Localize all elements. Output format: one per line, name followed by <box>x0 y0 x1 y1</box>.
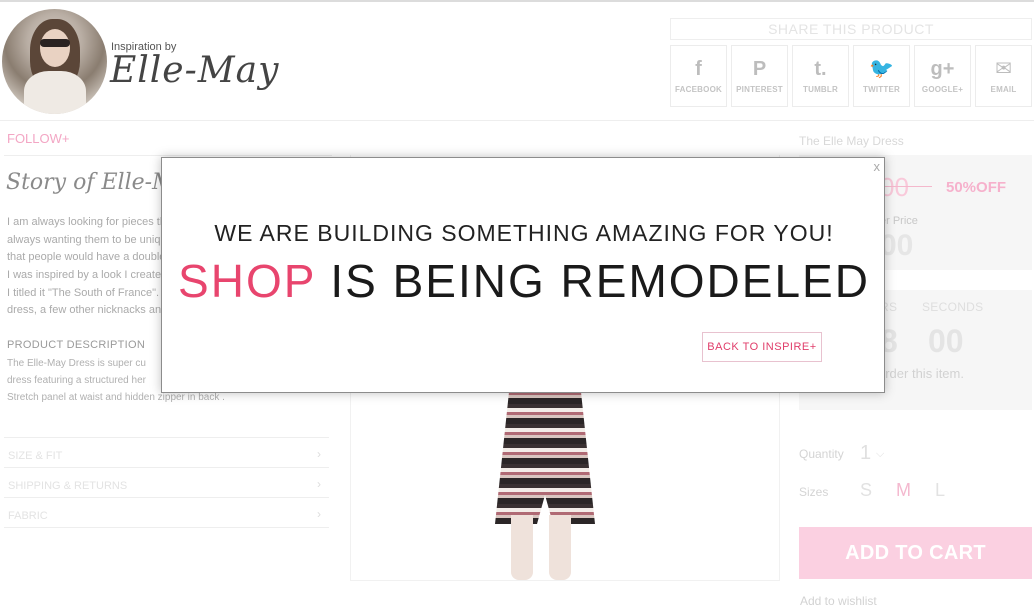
product-image-legs <box>505 515 575 580</box>
share-pinterest-button[interactable]: P PINTEREST <box>731 45 788 107</box>
story-text-line: always wanting them to be uniq <box>7 234 161 246</box>
twitter-icon: 🐦 <box>869 58 894 80</box>
accordion-shipping-returns[interactable]: SHIPPING & RETURNS › <box>4 467 329 497</box>
share-label: TUMBLR <box>803 85 838 94</box>
discount-badge: 50%OFF <box>946 179 1007 196</box>
avatar-body <box>24 71 86 114</box>
avatar <box>2 9 107 114</box>
order-note: order this item. <box>878 366 964 381</box>
product-description-title: PRODUCT DESCRIPTION <box>7 339 146 351</box>
header-divider <box>0 120 1034 121</box>
story-text-line: dress, a few other nicknacks an <box>7 304 162 316</box>
accordion-label: SHIPPING & RETURNS <box>8 480 128 492</box>
follow-link[interactable]: FOLLOW+ <box>7 131 70 146</box>
share-tumblr-button[interactable]: t. TUMBLR <box>792 45 849 107</box>
share-facebook-button[interactable]: f FACEBOOK <box>670 45 727 107</box>
share-google-plus-button[interactable]: g+ GOOGLE+ <box>914 45 971 107</box>
share-label: PINTEREST <box>736 85 783 94</box>
chevron-right-icon: › <box>317 507 321 521</box>
chevron-down-icon[interactable]: ⌵ <box>876 448 884 461</box>
back-to-inspire-button[interactable]: BACK TO INSPIRE+ <box>702 332 822 362</box>
add-to-cart-button[interactable]: ADD TO CART <box>799 527 1032 579</box>
chevron-right-icon: › <box>317 447 321 461</box>
share-label: EMAIL <box>990 85 1017 94</box>
avatar-face <box>40 29 70 67</box>
email-icon: ✉ <box>995 58 1012 80</box>
quantity-select[interactable]: 1 <box>860 442 871 465</box>
product-image-leg <box>549 515 571 580</box>
tumblr-icon: t. <box>814 58 827 80</box>
avatar-sunglasses <box>40 39 70 47</box>
quantity-label: Quantity <box>799 447 844 461</box>
top-border <box>0 0 1034 2</box>
sizes-label: Sizes <box>799 485 829 499</box>
share-buttons: f FACEBOOK P PINTEREST t. TUMBLR 🐦 TWITT… <box>670 45 1032 107</box>
accordion-fabric[interactable]: FABRIC › <box>4 497 329 527</box>
description-line: dress featuring a structured her <box>7 375 146 386</box>
modal-title: SHOP IS BEING REMODELED <box>162 254 886 308</box>
inspirer-name-logo: Elle-May <box>110 50 280 91</box>
close-icon[interactable]: x <box>874 159 881 174</box>
modal-headline: WE ARE BUILDING SOMETHING AMAZING FOR YO… <box>214 220 834 246</box>
chevron-right-icon: › <box>317 477 321 491</box>
share-twitter-button[interactable]: 🐦 TWITTER <box>853 45 910 107</box>
share-label: TWITTER <box>863 85 900 94</box>
description-line: Stretch panel at waist and hidden zipper… <box>7 392 225 403</box>
product-image-leg <box>511 515 533 580</box>
share-email-button[interactable]: ✉ EMAIL <box>975 45 1032 107</box>
story-text-line: I was inspired by a look I create <box>7 269 162 281</box>
remodel-modal: x WE ARE BUILDING SOMETHING AMAZING FOR … <box>161 157 885 393</box>
add-to-wishlist-link[interactable]: Add to wishlist <box>800 594 877 608</box>
accordion-label: FABRIC <box>8 510 48 522</box>
description-line: The Elle-May Dress is super cu <box>7 358 146 369</box>
follow-divider <box>4 155 332 156</box>
size-option-m[interactable]: M <box>896 480 911 501</box>
size-option-s[interactable]: S <box>860 480 872 501</box>
modal-title-accent: SHOP <box>178 255 316 307</box>
timer-value-seconds: 00 <box>928 323 964 359</box>
product-name: The Elle May Dress <box>799 134 904 148</box>
story-text-line: I titled it "The South of France". <box>7 287 160 299</box>
share-title: SHARE THIS PRODUCT <box>670 18 1032 40</box>
facebook-icon: f <box>695 58 702 80</box>
timer-label-seconds: SECONDS <box>922 300 984 314</box>
accordion-size-fit[interactable]: SIZE & FIT › <box>4 437 329 467</box>
share-label: GOOGLE+ <box>921 85 964 94</box>
accordion-bottom-divider <box>4 527 329 528</box>
modal-title-rest: IS BEING REMODELED <box>315 255 870 307</box>
story-text-line: I am always looking for pieces th <box>7 216 166 228</box>
share-label: FACEBOOK <box>675 85 722 94</box>
size-option-l[interactable]: L <box>935 480 945 501</box>
story-text-line: that people would have a double <box>7 251 166 263</box>
accordion-label: SIZE & FIT <box>8 450 63 462</box>
pinterest-icon: P <box>752 58 767 80</box>
google-plus-icon: g+ <box>930 58 955 80</box>
